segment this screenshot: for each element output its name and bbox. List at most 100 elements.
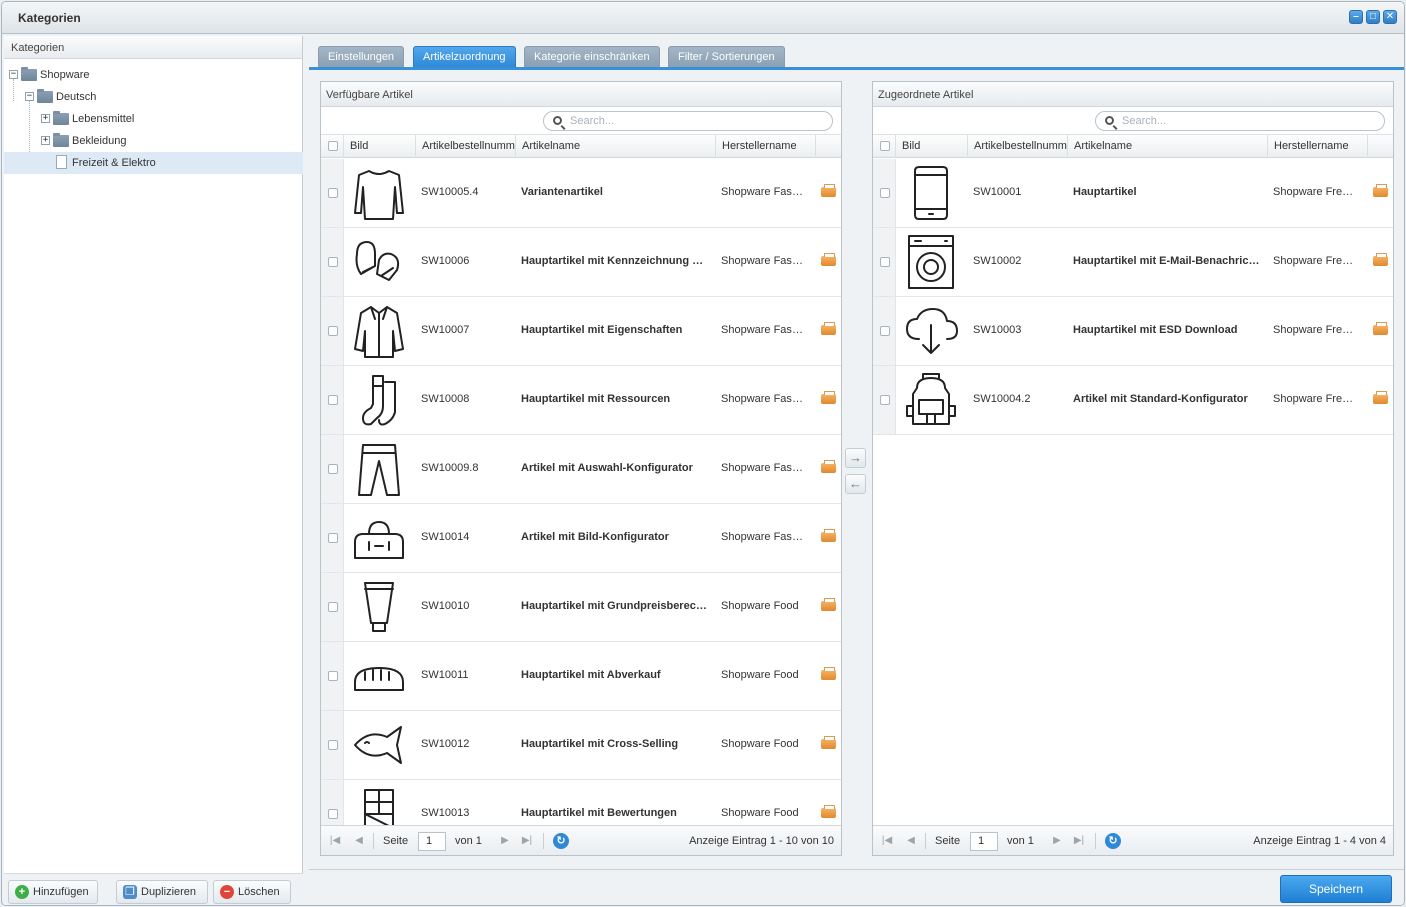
row-checkbox[interactable] bbox=[328, 602, 338, 612]
open-article-icon[interactable] bbox=[821, 322, 836, 335]
refresh-icon[interactable]: ↻ bbox=[553, 833, 569, 849]
row-checkbox[interactable] bbox=[328, 671, 338, 681]
table-row[interactable]: SW10005.4 Variantenartikel Shopware Fashio… bbox=[321, 159, 841, 228]
table-row[interactable]: SW10003 Hauptartikel mit ESD Download Shop… bbox=[873, 297, 1393, 366]
tree-node-shopware[interactable]: − Shopware bbox=[4, 64, 303, 86]
row-checkbox[interactable] bbox=[328, 188, 338, 198]
last-page-icon[interactable]: ▶| bbox=[521, 835, 533, 847]
row-checkbox[interactable] bbox=[328, 809, 338, 819]
column-artikelbestellnummer[interactable]: Artikelbestellnummer bbox=[416, 135, 516, 158]
collapse-icon[interactable]: − bbox=[9, 70, 18, 79]
open-article-icon[interactable] bbox=[1373, 391, 1388, 404]
assigned-articles-grid: Zugeordnete Artikel Search... Bild Artik… bbox=[872, 81, 1394, 856]
open-article-icon[interactable] bbox=[821, 667, 836, 680]
duplicate-category-button[interactable]: ❐ Duplizieren bbox=[116, 880, 208, 904]
column-herstellername[interactable]: Herstellername bbox=[1268, 135, 1368, 158]
row-checkbox-cell bbox=[321, 297, 344, 365]
open-article-icon[interactable] bbox=[1373, 253, 1388, 266]
open-article-icon[interactable] bbox=[821, 460, 836, 473]
row-checkbox[interactable] bbox=[328, 533, 338, 543]
open-article-icon[interactable] bbox=[821, 598, 836, 611]
delete-category-button[interactable]: − Löschen bbox=[213, 880, 291, 904]
tab-kategorie-einschraenken[interactable]: Kategorie einschränken bbox=[524, 46, 660, 67]
open-article-icon[interactable] bbox=[821, 736, 836, 749]
table-row[interactable]: SW10010 Hauptartikel mit Grundpreisberech… bbox=[321, 573, 841, 642]
select-all-checkbox[interactable] bbox=[328, 141, 338, 151]
open-article-icon[interactable] bbox=[821, 184, 836, 197]
page-input[interactable]: 1 bbox=[418, 832, 446, 851]
row-checkbox[interactable] bbox=[880, 257, 890, 267]
table-row[interactable]: SW10009.8 Artikel mit Auswahl-Konfigurato… bbox=[321, 435, 841, 504]
manufacturer-name: Shopware Food bbox=[721, 669, 799, 681]
table-row[interactable]: SW10001 Hauptartikel Shopware Freetime bbox=[873, 159, 1393, 228]
assigned-search-input[interactable]: Search... bbox=[1095, 111, 1385, 131]
next-page-icon[interactable]: ▶ bbox=[1051, 835, 1063, 847]
column-bild[interactable]: Bild bbox=[344, 135, 416, 158]
row-checkbox[interactable] bbox=[880, 188, 890, 198]
expand-icon[interactable]: + bbox=[41, 114, 50, 123]
collapse-icon[interactable]: − bbox=[25, 92, 34, 101]
next-page-icon[interactable]: ▶ bbox=[499, 835, 511, 847]
tree-node-deutsch[interactable]: − Deutsch bbox=[4, 86, 303, 108]
tree-node-bekleidung[interactable]: + Bekleidung bbox=[4, 130, 303, 152]
article-number: SW10004.2 bbox=[973, 393, 1031, 405]
maximize-icon[interactable]: □ bbox=[1366, 10, 1380, 24]
tab-artikelzuordnung[interactable]: Artikelzuordnung bbox=[413, 46, 516, 67]
open-article-icon[interactable] bbox=[1373, 322, 1388, 335]
add-category-button[interactable]: + Hinzufügen bbox=[8, 880, 98, 904]
column-herstellername[interactable]: Herstellername bbox=[716, 135, 816, 158]
tab-einstellungen[interactable]: Einstellungen bbox=[318, 46, 405, 67]
close-icon[interactable]: ✕ bbox=[1383, 10, 1397, 24]
article-name: Hauptartikel mit Cross-Selling bbox=[521, 738, 679, 750]
table-row[interactable]: SW10004.2 Artikel mit Standard-Konfigurat… bbox=[873, 366, 1393, 435]
column-bild[interactable]: Bild bbox=[896, 135, 968, 158]
prev-page-icon[interactable]: ◀ bbox=[905, 835, 917, 847]
select-all-checkbox[interactable] bbox=[880, 141, 890, 151]
row-checkbox[interactable] bbox=[328, 395, 338, 405]
article-number: SW10010 bbox=[421, 600, 470, 612]
arrow-left-icon[interactable]: ← bbox=[845, 474, 866, 494]
open-article-icon[interactable] bbox=[821, 391, 836, 404]
assign-arrows: → ← bbox=[845, 448, 867, 500]
table-row[interactable]: SW10011 Hauptartikel mit Abverkauf Shopwar… bbox=[321, 642, 841, 711]
row-checkbox[interactable] bbox=[328, 257, 338, 267]
article-number: SW10014 bbox=[421, 531, 470, 543]
open-article-icon[interactable] bbox=[1373, 184, 1388, 197]
row-checkbox[interactable] bbox=[328, 326, 338, 336]
open-article-icon[interactable] bbox=[821, 805, 836, 818]
tab-filter-sortierungen[interactable]: Filter / Sortierungen bbox=[668, 46, 785, 67]
row-checkbox-cell bbox=[873, 228, 896, 296]
row-checkbox[interactable] bbox=[328, 464, 338, 474]
save-button[interactable]: Speichern bbox=[1280, 875, 1392, 903]
tree-node-lebensmittel[interactable]: + Lebensmittel bbox=[4, 108, 303, 130]
page-input[interactable]: 1 bbox=[970, 832, 998, 851]
minimize-icon[interactable]: – bbox=[1349, 10, 1363, 24]
expand-icon[interactable]: + bbox=[41, 136, 50, 145]
last-page-icon[interactable]: ▶| bbox=[1073, 835, 1085, 847]
table-row[interactable]: SW10007 Hauptartikel mit Eigenschaften Sho… bbox=[321, 297, 841, 366]
refresh-icon[interactable]: ↻ bbox=[1105, 833, 1121, 849]
table-row[interactable]: SW10014 Artikel mit Bild-Konfigurator Shop… bbox=[321, 504, 841, 573]
table-row[interactable]: SW10008 Hauptartikel mit Ressourcen Shopwa… bbox=[321, 366, 841, 435]
column-artikelbestellnummer[interactable]: Artikelbestellnummer bbox=[968, 135, 1068, 158]
row-checkbox[interactable] bbox=[328, 740, 338, 750]
table-row[interactable]: SW10006 Hauptartikel mit Kennzeichnung al… bbox=[321, 228, 841, 297]
table-row[interactable]: SW10002 Hauptartikel mit E-Mail-Benachric… bbox=[873, 228, 1393, 297]
manufacturer-name: Shopware Food bbox=[721, 600, 799, 612]
tree-node-freizeit-elektro[interactable]: Freizeit & Elektro bbox=[4, 152, 303, 174]
row-checkbox[interactable] bbox=[880, 395, 890, 405]
row-checkbox[interactable] bbox=[880, 326, 890, 336]
first-page-icon[interactable]: |◀ bbox=[881, 835, 893, 847]
column-artikelname[interactable]: Artikelname bbox=[516, 135, 716, 158]
open-article-icon[interactable] bbox=[821, 253, 836, 266]
article-number: SW10002 bbox=[973, 255, 1022, 267]
column-artikelname[interactable]: Artikelname bbox=[1068, 135, 1268, 158]
arrow-right-icon[interactable]: → bbox=[845, 448, 866, 468]
table-row[interactable]: SW10013 Hauptartikel mit Bewertungen Shopw… bbox=[321, 780, 841, 825]
table-row[interactable]: SW10012 Hauptartikel mit Cross-Selling Sho… bbox=[321, 711, 841, 780]
window-titlebar[interactable]: Kategorien – □ ✕ bbox=[2, 2, 1404, 34]
prev-page-icon[interactable]: ◀ bbox=[353, 835, 365, 847]
first-page-icon[interactable]: |◀ bbox=[329, 835, 341, 847]
open-article-icon[interactable] bbox=[821, 529, 836, 542]
available-search-input[interactable]: Search... bbox=[543, 111, 833, 131]
